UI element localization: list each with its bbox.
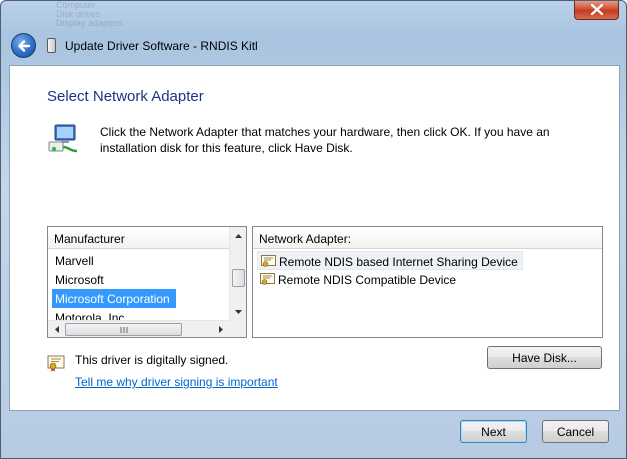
grip-icon xyxy=(120,326,127,333)
back-arrow-icon xyxy=(17,39,30,52)
window-title: Update Driver Software - RNDIS Kitl xyxy=(65,39,258,53)
page-heading: Select Network Adapter xyxy=(47,88,204,105)
network-adapter-icon xyxy=(48,124,78,153)
signature-status: This driver is digitally signed. xyxy=(75,353,229,367)
vertical-scrollbar[interactable] xyxy=(229,227,246,321)
scroll-down-button[interactable] xyxy=(230,303,246,320)
network-adapter-listbox[interactable]: Network Adapter: Remote NDIS based Inter… xyxy=(252,226,603,338)
digital-signature-icon xyxy=(47,355,65,372)
driver-signing-link[interactable]: Tell me why driver signing is important xyxy=(75,375,278,389)
arrow-right-icon xyxy=(218,326,223,333)
ghost-line: Display adapters xyxy=(56,18,124,28)
adapter-column-header[interactable]: Network Adapter: xyxy=(253,227,602,249)
adapter-item[interactable]: Remote NDIS Compatible Device xyxy=(257,270,460,289)
manufacturer-column-header[interactable]: Manufacturer xyxy=(48,227,229,249)
scrollbar-corner xyxy=(229,320,246,337)
dialog-window: Computer Disk drives Display adapters Up… xyxy=(0,0,627,459)
intro-text: Click the Network Adapter that matches y… xyxy=(100,125,550,155)
background-window-ghost: Computer Disk drives Display adapters xyxy=(56,1,256,31)
next-button[interactable]: Next xyxy=(460,420,527,443)
close-icon xyxy=(590,4,603,15)
adapter-item-label: Remote NDIS Compatible Device xyxy=(278,273,457,287)
horizontal-scroll-thumb[interactable] xyxy=(65,323,182,336)
horizontal-scrollbar[interactable] xyxy=(48,320,246,337)
close-button[interactable] xyxy=(574,1,619,20)
scroll-up-button[interactable] xyxy=(230,227,246,244)
adapter-item[interactable]: Remote NDIS based Internet Sharing Devic… xyxy=(257,251,523,270)
wizard-page: Select Network Adapter Click the Network… xyxy=(9,65,620,411)
usb-device-icon xyxy=(47,38,56,53)
arrow-left-icon xyxy=(54,326,59,333)
vertical-scroll-thumb[interactable] xyxy=(232,269,245,287)
certificate-icon xyxy=(260,273,275,285)
have-disk-button[interactable]: Have Disk... xyxy=(487,346,602,369)
list-item[interactable]: Microsoft xyxy=(52,270,104,289)
scroll-left-button[interactable] xyxy=(48,321,65,337)
scroll-right-button[interactable] xyxy=(212,321,229,337)
arrow-up-icon xyxy=(235,233,242,238)
back-button[interactable] xyxy=(11,33,36,58)
certificate-icon xyxy=(261,255,276,267)
cancel-button[interactable]: Cancel xyxy=(542,420,609,443)
arrow-down-icon xyxy=(235,309,242,314)
list-item-selected[interactable]: Microsoft Corporation xyxy=(52,289,176,308)
manufacturer-listbox[interactable]: Manufacturer Marvell Microsoft Microsoft… xyxy=(47,226,247,338)
adapter-item-label: Remote NDIS based Internet Sharing Devic… xyxy=(279,255,518,269)
list-item[interactable]: Marvell xyxy=(52,251,94,270)
